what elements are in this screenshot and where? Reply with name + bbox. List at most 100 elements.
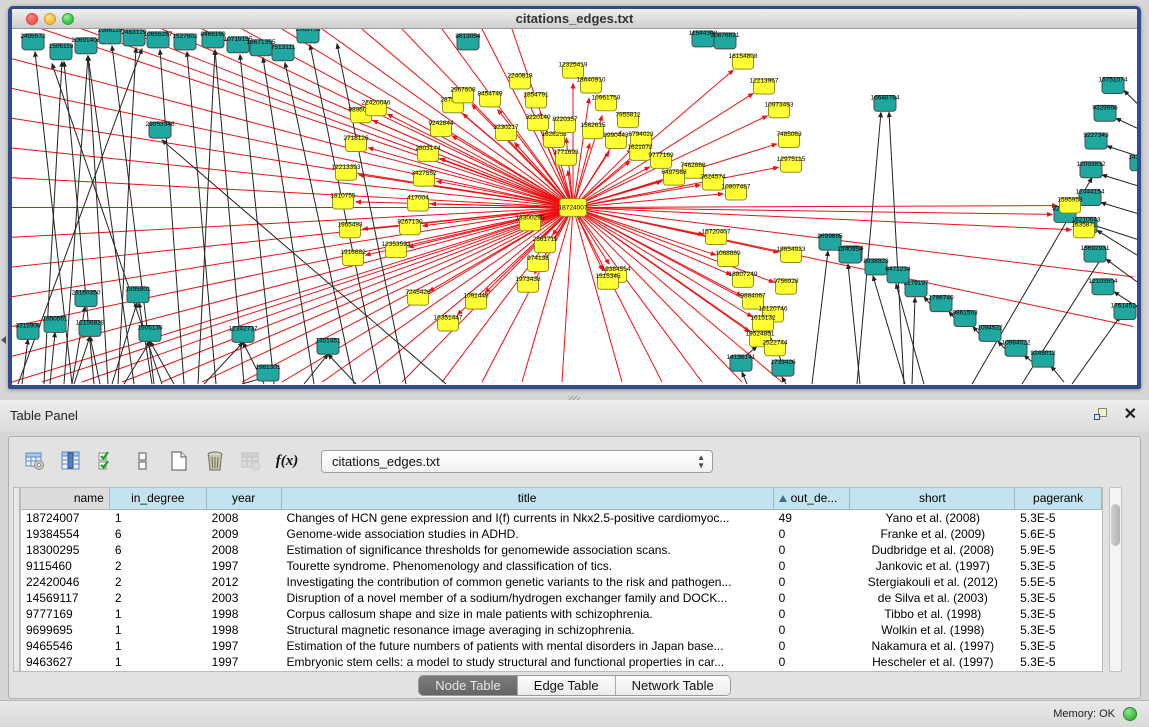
- table-options-icon[interactable]: [23, 449, 47, 473]
- table-cell[interactable]: 0: [774, 606, 851, 622]
- tab-network-table[interactable]: Network Table: [616, 676, 730, 695]
- table-cell[interactable]: 9115460: [21, 558, 110, 574]
- table-cell[interactable]: Estimation of significance thresholds fo…: [282, 542, 774, 558]
- table-cell[interactable]: 2: [110, 574, 207, 590]
- table-cell[interactable]: Corpus callosum shape and size in male p…: [282, 606, 774, 622]
- table-cell[interactable]: Changes of HCN gene expression and I(f) …: [282, 510, 774, 526]
- table-cell[interactable]: 18300295: [21, 542, 110, 558]
- table-cell[interactable]: Yano et al. (2008): [850, 510, 1015, 526]
- table-cell[interactable]: 0: [774, 526, 851, 542]
- close-button[interactable]: [26, 13, 38, 25]
- table-row[interactable]: 946554611997Estimation of the future num…: [21, 638, 1102, 654]
- table-cell[interactable]: 0: [774, 622, 851, 638]
- column-header-short[interactable]: short: [850, 488, 1015, 510]
- table-cell[interactable]: Hescheler et al. (1997): [850, 654, 1015, 670]
- select-columns-icon[interactable]: [95, 449, 119, 473]
- column-header-in-degree[interactable]: in_degree: [110, 488, 207, 510]
- create-column-icon[interactable]: [167, 449, 191, 473]
- row-height-icon[interactable]: [131, 449, 155, 473]
- table-cell[interactable]: 5.9E-5: [1015, 542, 1102, 558]
- table-cell[interactable]: 9465546: [21, 638, 110, 654]
- table-cell[interactable]: Embryonic stem cells: a model to study s…: [282, 654, 774, 670]
- table-cell[interactable]: 14569117: [21, 590, 110, 606]
- table-cell[interactable]: 1998: [207, 622, 282, 638]
- table-row[interactable]: 2242004622012Investigating the contribut…: [21, 574, 1102, 590]
- table-cell[interactable]: Tibbo et al. (1998): [850, 606, 1015, 622]
- table-cell[interactable]: 22420046: [21, 574, 110, 590]
- table-cell[interactable]: 2003: [207, 590, 282, 606]
- zoom-button[interactable]: [62, 13, 74, 25]
- table-cell[interactable]: Wolkin et al. (1998): [850, 622, 1015, 638]
- table-row[interactable]: 977716911998Corpus callosum shape and si…: [21, 606, 1102, 622]
- panel-collapse-arrow[interactable]: [1, 336, 6, 344]
- table-cell[interactable]: Jankovic et al. (1997): [850, 558, 1015, 574]
- table-cell[interactable]: 5.5E-5: [1015, 574, 1102, 590]
- table-cell[interactable]: 2: [110, 558, 207, 574]
- table-cell[interactable]: 9777169: [21, 606, 110, 622]
- close-panel-icon[interactable]: ✕: [1124, 404, 1137, 424]
- vertical-scrollbar[interactable]: [1109, 487, 1122, 672]
- table-cell[interactable]: 6: [110, 542, 207, 558]
- column-header-name[interactable]: name: [21, 488, 110, 510]
- column-header-pagerank[interactable]: pagerank: [1015, 488, 1102, 510]
- table-cell[interactable]: 1: [110, 654, 207, 670]
- table-row[interactable]: 1938455462009Genome-wide association stu…: [21, 526, 1102, 542]
- tab-node-table[interactable]: Node Table: [419, 676, 518, 695]
- table-cell[interactable]: Structural magnetic resonance image aver…: [282, 622, 774, 638]
- table-cell[interactable]: Tourette syndrome. Phenomenology and cla…: [282, 558, 774, 574]
- column-header-year[interactable]: year: [207, 488, 282, 510]
- table-cell[interactable]: Investigating the contribution of common…: [282, 574, 774, 590]
- table-cell[interactable]: de Silva et al. (2003): [850, 590, 1015, 606]
- table-cell[interactable]: 1: [110, 622, 207, 638]
- table-row[interactable]: 1456911722003Disruption of a novel membe…: [21, 590, 1102, 606]
- table-cell[interactable]: Estimation of the future numbers of pati…: [282, 638, 774, 654]
- minimize-button[interactable]: [44, 13, 56, 25]
- table-cell[interactable]: Genome-wide association studies in ADHD.: [282, 526, 774, 542]
- table-cell[interactable]: 2: [110, 590, 207, 606]
- table-cell[interactable]: 49: [774, 510, 851, 526]
- table-cell[interactable]: 5.3E-5: [1015, 654, 1102, 670]
- table-row[interactable]: 1872400712008Changes of HCN gene express…: [21, 510, 1102, 526]
- float-panel-icon[interactable]: [1094, 408, 1109, 423]
- table-row[interactable]: 911546021997Tourette syndrome. Phenomeno…: [21, 558, 1102, 574]
- table-cell[interactable]: 5.3E-5: [1015, 558, 1102, 574]
- table-cell[interactable]: 1: [110, 638, 207, 654]
- table-cell[interactable]: 0: [774, 558, 851, 574]
- table-cell[interactable]: Disruption of a novel member of a sodium…: [282, 590, 774, 606]
- table-cell[interactable]: 0: [774, 542, 851, 558]
- table-cell[interactable]: 9699695: [21, 622, 110, 638]
- table-cell[interactable]: 1998: [207, 606, 282, 622]
- table-cell[interactable]: 5.3E-5: [1015, 622, 1102, 638]
- table-cell[interactable]: 2012: [207, 574, 282, 590]
- table-cell[interactable]: 9463627: [21, 654, 110, 670]
- table-cell[interactable]: 1: [110, 606, 207, 622]
- table-cell[interactable]: 0: [774, 654, 851, 670]
- table-select-dropdown[interactable]: citations_edges.txt ▲▼: [321, 450, 713, 473]
- table-cell[interactable]: 6: [110, 526, 207, 542]
- table-row[interactable]: 1830029562008Estimation of significance …: [21, 542, 1102, 558]
- table-cell[interactable]: 0: [774, 590, 851, 606]
- network-window-titlebar[interactable]: citations_edges.txt: [12, 9, 1137, 29]
- table-cell[interactable]: 18724007: [21, 510, 110, 526]
- table-cell[interactable]: 0: [774, 574, 851, 590]
- table-cell[interactable]: Nakamura et al. (1997): [850, 638, 1015, 654]
- table-cell[interactable]: 1997: [207, 638, 282, 654]
- table-row[interactable]: 969969511998Structural magnetic resonanc…: [21, 622, 1102, 638]
- table-cell[interactable]: 2008: [207, 542, 282, 558]
- table-cell[interactable]: Dudbridge et al. (2008): [850, 542, 1015, 558]
- network-graph[interactable]: 2405572150611920691406198611924631291065…: [12, 29, 1137, 384]
- table-cell[interactable]: 5.3E-5: [1015, 590, 1102, 606]
- table-cell[interactable]: 5.3E-5: [1015, 510, 1102, 526]
- delete-column-icon[interactable]: [203, 449, 227, 473]
- table-cell[interactable]: 5.3E-5: [1015, 638, 1102, 654]
- function-builder-icon[interactable]: f(x): [275, 449, 299, 473]
- show-columns-icon[interactable]: [59, 449, 83, 473]
- table-cell[interactable]: 1: [110, 510, 207, 526]
- column-header-title[interactable]: title: [282, 488, 774, 510]
- table-row[interactable]: 946362711997Embryonic stem cells: a mode…: [21, 654, 1102, 670]
- table-cell[interactable]: Franke et al. (2009): [850, 526, 1015, 542]
- table-cell[interactable]: Stergiakouli et al. (2012): [850, 574, 1015, 590]
- tab-edge-table[interactable]: Edge Table: [518, 676, 616, 695]
- table-cell[interactable]: 2008: [207, 510, 282, 526]
- scrollbar-thumb[interactable]: [1111, 504, 1120, 546]
